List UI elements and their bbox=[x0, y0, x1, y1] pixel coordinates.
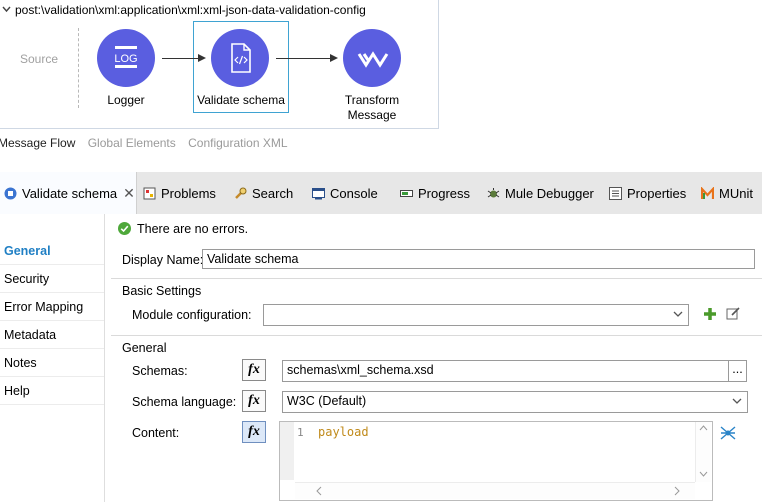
logger-node[interactable]: LOG bbox=[97, 29, 155, 87]
display-name-field[interactable]: Validate schema bbox=[202, 249, 755, 269]
code-file-icon bbox=[231, 43, 251, 73]
scroll-arrows-icon bbox=[316, 486, 680, 496]
fx-toggle-button[interactable]: fx bbox=[242, 421, 266, 443]
chevron-down-icon[interactable] bbox=[728, 393, 746, 413]
tab-mule-debugger[interactable]: Mule Debugger bbox=[487, 172, 594, 214]
editor-gutter bbox=[280, 422, 294, 480]
debugger-icon bbox=[487, 187, 500, 200]
flow-header[interactable]: post:\validation\xml:application\xml:xml… bbox=[2, 3, 366, 17]
tab-message-flow[interactable]: Message Flow bbox=[0, 136, 75, 150]
view-tab-bar: Validate schema ✕ Problems Search Consol… bbox=[0, 172, 762, 214]
browse-button[interactable]: ... bbox=[728, 360, 747, 382]
nav-error-mapping[interactable]: Error Mapping bbox=[4, 300, 83, 314]
tab-console[interactable]: Console bbox=[312, 172, 378, 214]
nav-divider bbox=[0, 404, 104, 405]
close-icon[interactable]: ✕ bbox=[123, 185, 135, 202]
console-icon bbox=[312, 187, 325, 200]
edit-config-icon[interactable] bbox=[726, 306, 741, 324]
logger-label: Logger bbox=[107, 93, 145, 107]
fx-toggle-button[interactable]: fx bbox=[242, 359, 266, 381]
transform-icon bbox=[357, 51, 389, 68]
tab-progress[interactable]: Progress bbox=[400, 172, 470, 214]
validate-schema-node[interactable] bbox=[211, 29, 269, 87]
problems-icon bbox=[143, 187, 156, 200]
arrow-head bbox=[330, 54, 338, 62]
schema-language-label: Schema language: bbox=[132, 395, 237, 409]
source-label: Source bbox=[20, 52, 59, 66]
properties-nav: General Security Error Mapping Metadata … bbox=[0, 214, 105, 502]
chevron-down-icon[interactable] bbox=[669, 306, 687, 326]
flow-arrow bbox=[276, 58, 330, 59]
editor-tabs: Message Flow Global Elements Configurati… bbox=[0, 136, 297, 150]
status-message: There are no errors. bbox=[137, 222, 249, 236]
properties-icon bbox=[609, 186, 622, 200]
nav-general[interactable]: General bbox=[4, 244, 51, 258]
nav-divider bbox=[0, 264, 104, 265]
schema-language-select[interactable]: W3C (Default) bbox=[282, 391, 748, 413]
tab-problems[interactable]: Problems bbox=[143, 172, 216, 214]
add-config-icon[interactable] bbox=[703, 307, 717, 324]
tab-properties[interactable]: Properties bbox=[609, 172, 686, 214]
nav-security[interactable]: Security bbox=[4, 272, 49, 286]
source-divider bbox=[78, 28, 79, 108]
vertical-scrollbar[interactable] bbox=[695, 422, 711, 482]
transform-message-node[interactable] bbox=[343, 29, 401, 87]
nav-help[interactable]: Help bbox=[4, 384, 30, 398]
nav-divider bbox=[0, 376, 104, 377]
flow-arrow bbox=[162, 58, 198, 59]
group-divider bbox=[111, 278, 762, 279]
search-icon bbox=[234, 187, 247, 200]
nav-divider bbox=[0, 320, 104, 321]
flow-path: post:\validation\xml:application\xml:xml… bbox=[15, 3, 366, 17]
scroll-arrows-icon bbox=[699, 425, 708, 477]
nav-divider bbox=[0, 348, 104, 349]
module-configuration-label: Module configuration: bbox=[132, 308, 252, 322]
content-label: Content: bbox=[132, 426, 180, 440]
nav-metadata[interactable]: Metadata bbox=[4, 328, 56, 342]
tab-configuration-xml[interactable]: Configuration XML bbox=[188, 136, 287, 150]
schemas-label: Schemas: bbox=[132, 364, 188, 378]
content-code[interactable]: payload bbox=[318, 425, 369, 439]
chevron-down-icon[interactable] bbox=[2, 3, 11, 17]
line-number: 1 bbox=[297, 426, 304, 439]
module-icon bbox=[4, 187, 17, 200]
fx-toggle-button[interactable]: fx bbox=[242, 390, 266, 412]
tab-global-elements[interactable]: Global Elements bbox=[88, 136, 176, 150]
validate-schema-label: Validate schema bbox=[197, 93, 285, 107]
check-icon bbox=[118, 222, 131, 235]
svg-text:LOG: LOG bbox=[114, 53, 137, 65]
transform-message-label: Transform Message bbox=[344, 93, 400, 122]
munit-icon bbox=[700, 185, 715, 200]
tab-search[interactable]: Search bbox=[234, 172, 293, 214]
basic-settings-heading: Basic Settings bbox=[122, 284, 202, 298]
progress-icon bbox=[400, 187, 413, 200]
horizontal-scrollbar[interactable] bbox=[295, 482, 695, 499]
display-name-label: Display Name: bbox=[122, 253, 204, 267]
module-configuration-select[interactable] bbox=[263, 304, 689, 326]
log-icon: LOG bbox=[114, 46, 138, 68]
group-divider bbox=[111, 335, 762, 336]
arrow-head bbox=[198, 54, 206, 62]
nav-divider bbox=[0, 292, 104, 293]
nav-notes[interactable]: Notes bbox=[4, 356, 37, 370]
tab-munit[interactable]: MUnit bbox=[700, 172, 753, 214]
general-heading: General bbox=[122, 341, 167, 355]
tab-validate-schema[interactable]: Validate schema ✕ bbox=[0, 172, 137, 214]
schemas-field[interactable]: schemas\xml_schema.xsd bbox=[282, 360, 729, 382]
dataweave-mapping-icon[interactable] bbox=[720, 425, 736, 444]
